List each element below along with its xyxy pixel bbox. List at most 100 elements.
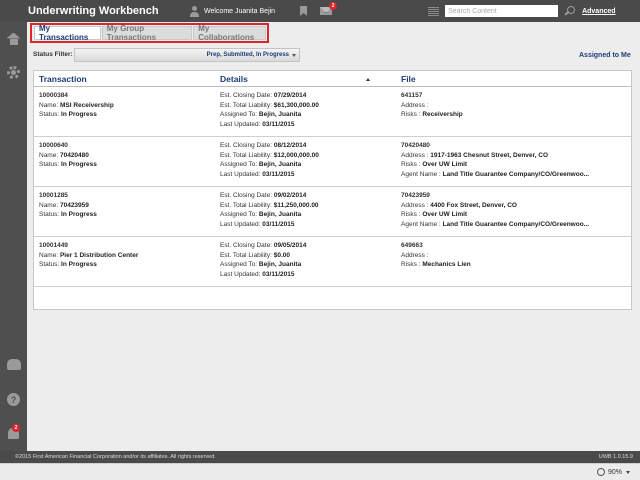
name-line: Name: MSI Receivership [39,101,114,111]
status-value: In Progress [61,211,97,219]
tab-my-collaborations[interactable]: My Collaborations [193,24,266,42]
status-value: In Progress [61,261,97,269]
welcome-text: Welcome Juanita Bejin [204,7,276,15]
search-icon[interactable] [564,5,576,17]
column-header-transaction[interactable]: Transaction [39,74,87,84]
liability-value: $12,000,000.00 [273,151,319,159]
mail-button[interactable]: 2 [320,2,338,15]
table-row[interactable]: 10001285 Name: 70423959 Status: In Progres… [34,187,631,237]
transaction-cell: 10000384 Name: MSI Receivership Status: In… [39,91,114,120]
assigned-value: Bejin, Juanita [258,261,302,269]
transaction-id: 10000384 [39,92,68,99]
liability-label: Est. Total Liability: [220,101,272,109]
closing-line: Est. Closing Date: 09/02/2014 [220,191,319,201]
sidebar: ? 2 [0,22,27,451]
assigned-to-me-link[interactable]: Assigned to Me [579,52,631,59]
chevron-down-icon[interactable] [626,470,630,474]
gear-icon [7,66,20,79]
user-icon[interactable] [189,5,200,17]
bookmark-icon[interactable] [300,6,308,16]
status-line: Status: In Progress [39,260,138,270]
assigned-line: Assigned To: Bejin, Juanita [220,160,319,170]
details-cell: Est. Closing Date: 07/29/2014 Est. Total … [220,91,319,130]
updated-value: 03/11/2015 [262,121,295,129]
status-value: In Progress [61,111,97,119]
tab-bar: My Transactions My Group Transactions My… [30,23,269,43]
agent-label: Agent Name : [401,171,441,179]
sort-ascending-icon[interactable] [366,78,370,81]
home-button[interactable] [0,25,27,52]
column-header-details[interactable]: Details [220,74,248,84]
transaction-id: 10000640 [39,142,68,149]
address-line: Address : [401,101,463,111]
file-cell: 70423959 Address : 4400 Fox Street, Denve… [401,191,589,230]
details-cell: Est. Closing Date: 08/12/2014 Est. Total … [220,141,319,180]
closing-line: Est. Closing Date: 08/12/2014 [220,141,319,151]
updated-line: Last Updated: 03/11/2015 [220,170,319,180]
closing-value: 09/05/2014 [273,242,307,249]
status-filter-value: Prep, Submitted, In Progress [206,52,289,58]
table-header: Transaction Details File [34,71,631,87]
name-value: Pier 1 Distribution Center [59,251,139,259]
settings-button[interactable] [0,59,27,86]
name-label: Name: [39,251,59,259]
copyright-text: ©2015 First American Financial Corporati… [15,454,216,460]
updated-line: Last Updated: 03/11/2015 [220,120,319,130]
status-line: Status: In Progress [39,110,114,120]
status-line: Status: In Progress [39,210,97,220]
address-value: 1917-1963 Chesnut Street, Denver, CO [430,151,549,159]
closing-value: 07/29/2014 [273,92,307,99]
file-id: 641157 [401,92,423,99]
browser-status-bar: 90% [0,463,640,480]
table-row[interactable]: 10000640 Name: 70420480 Status: In Progres… [34,137,631,187]
list-icon[interactable] [428,6,440,16]
file-cell: 70420480 Address : 1917-1963 Chesnut Stre… [401,141,589,180]
transactions-table: Transaction Details File 10000384 Name: M… [33,70,632,310]
advanced-search-link[interactable]: Advanced [582,8,615,15]
risks-line: Risks : Over UW Limit [401,210,589,220]
details-cell: Est. Closing Date: 09/05/2014 Est. Total … [220,241,306,280]
help-button[interactable]: ? [0,386,27,413]
zoom-level[interactable]: 90% [608,469,622,476]
liability-value: $61,300,000.00 [273,101,319,109]
notifications-button[interactable]: 2 [0,420,27,447]
address-label: Address : [401,251,429,259]
agent-line: Agent Name : Land Title Guarantee Compan… [401,220,589,230]
risks-value: Mechanics Lien [422,261,471,269]
liability-label: Est. Total Liability: [220,201,272,209]
status-label: Status: [39,211,60,219]
updated-value: 03/11/2015 [262,271,295,279]
contact-button[interactable] [0,351,27,378]
transaction-id: 10001449 [39,242,68,249]
tab-my-group-transactions[interactable]: My Group Transactions [101,24,193,42]
closing-value: 08/12/2014 [273,142,307,149]
liability-label: Est. Total Liability: [220,151,272,159]
name-value: 70423959 [59,201,89,209]
status-value: In Progress [61,161,97,169]
table-row[interactable]: 10001449 Name: Pier 1 Distribution Center… [34,237,631,287]
transaction-cell: 10001449 Name: Pier 1 Distribution Center… [39,241,138,270]
assigned-label: Assigned To: [220,211,258,219]
table-row[interactable]: 10000384 Name: MSI Receivership Status: In… [34,87,631,137]
status-label: Status: [39,261,60,269]
closing-label: Est. Closing Date: [220,142,273,149]
search-input[interactable] [445,5,559,17]
risks-label: Risks : [401,261,421,269]
phone-icon [6,359,21,370]
address-label: Address : [401,101,429,109]
updated-value: 03/11/2015 [262,171,295,179]
name-line: Name: Pier 1 Distribution Center [39,251,138,261]
closing-label: Est. Closing Date: [220,92,273,99]
chevron-down-icon [292,53,296,57]
closing-value: 09/02/2014 [273,192,307,199]
agent-value: Land Title Guarantee Company/CO/Greenwoo… [442,221,590,229]
name-value: MSI Receivership [59,101,114,109]
address-value: 4400 Fox Street, Denver, CO [430,201,517,209]
liability-line: Est. Total Liability: $0.00 [220,251,306,261]
tab-my-transactions[interactable]: My Transactions [34,24,101,42]
closing-label: Est. Closing Date: [220,242,273,249]
column-header-file[interactable]: File [401,74,416,84]
status-filter-dropdown[interactable]: Prep, Submitted, In Progress [74,48,300,62]
file-id: 70420480 [401,142,430,149]
assigned-value: Bejin, Juanita [258,111,302,119]
